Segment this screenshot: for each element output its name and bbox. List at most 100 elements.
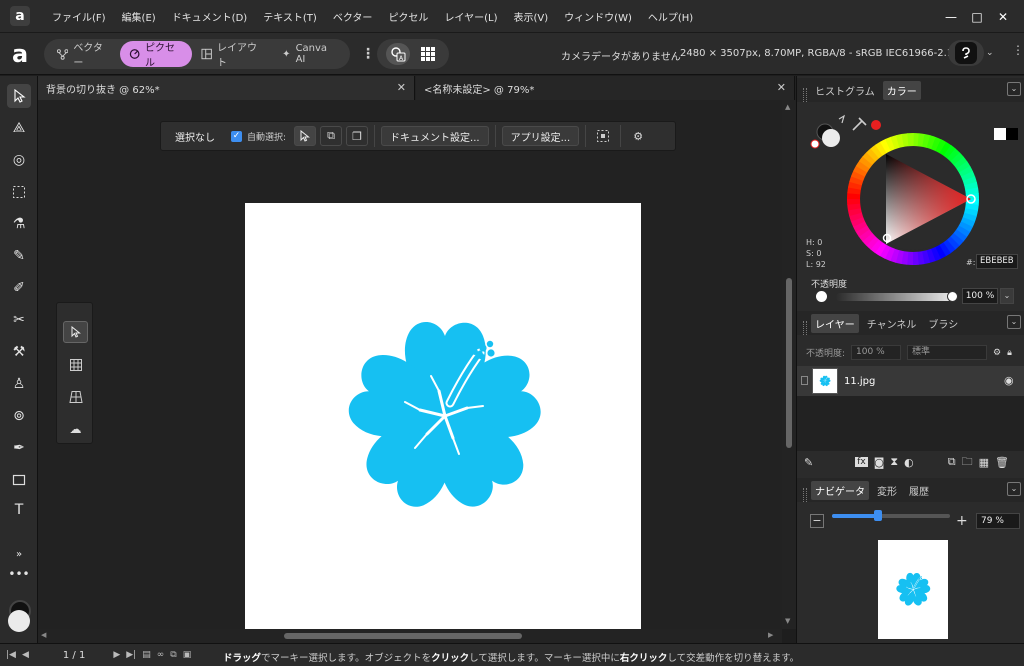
edit-layer-icon[interactable]: ✎ [804,456,813,469]
secondary-color-swatch[interactable] [8,610,30,632]
close-icon[interactable]: ✕ [397,81,406,94]
fx-icon[interactable]: fx [855,457,868,467]
chevron-down-icon[interactable]: ⌄ [1007,482,1021,496]
last-page-icon[interactable]: ▶| [126,650,136,660]
app-settings-button[interactable]: アプリ設定... [501,126,580,146]
clone-stamp-icon[interactable]: ♙ [7,372,31,396]
selection-brush-icon[interactable]: ◎ [7,148,31,172]
document-settings-button[interactable]: ドキュメント設定... [381,126,489,146]
adjustment-icon[interactable]: ◐ [904,456,914,469]
opacity-input[interactable]: 100 % [962,288,998,304]
menu-text[interactable]: テキスト(T) [255,9,325,24]
tab-brushes[interactable]: ブラシ [924,314,962,333]
menu-pixel[interactable]: ピクセル [380,9,436,24]
layer-expand-icon[interactable] [801,376,808,385]
select-topmost-icon[interactable] [294,126,317,146]
color-wheel[interactable] [806,112,1020,272]
scroll-up-icon[interactable]: ▲ [785,103,790,111]
record-icon[interactable]: ▣ [183,650,192,660]
menu-file[interactable]: ファイル(F) [44,9,114,24]
dodge-burn-icon[interactable]: ⚒ [7,340,31,364]
move-tool-icon[interactable] [7,84,31,108]
next-page-icon[interactable]: ▶ [113,650,120,660]
tab-color[interactable]: カラー [882,80,921,100]
assistant-icon[interactable]: A [386,43,410,65]
pen-tool-icon[interactable]: ✒ [7,436,31,460]
black-swatch[interactable] [1006,128,1018,140]
tab-navigator[interactable]: ナビゲータ [811,480,869,500]
tab-untitled[interactable]: <名称未設定> @ 79%* ✕ [416,76,795,100]
zoom-input[interactable]: 79 % [976,513,1020,529]
hourglass-icon[interactable]: ⧗ [890,455,898,469]
persona-layout[interactable]: レイアウト [192,41,274,69]
horizontal-scrollbar[interactable]: ◀ ▶ [38,629,782,643]
affinity-logo-icon[interactable]: a [12,42,28,66]
maximize-button[interactable]: □ [964,10,990,24]
tab-history[interactable]: 履歴 [905,481,933,500]
chevron-down-icon[interactable]: ⌄ [1007,82,1021,96]
marquee-tool-icon[interactable] [7,180,31,204]
menu-edit[interactable]: 編集(E) [114,9,164,24]
more-tools-icon[interactable]: ••• [7,562,31,586]
menu-help[interactable]: ヘルプ(H) [640,9,701,24]
opacity-slider[interactable] [836,293,954,301]
gear-icon[interactable]: ⚙ [627,126,649,146]
erase-brush-icon[interactable]: ✂ [7,308,31,332]
panel-grip-icon[interactable] [803,488,807,502]
hex-input[interactable]: EBEBEB [976,254,1018,269]
document-page[interactable] [245,203,641,629]
close-window-button[interactable]: ✕ [990,10,1016,24]
selection-box-icon[interactable] [592,126,614,146]
mask-icon[interactable]: ◙ [874,456,885,469]
tab-background-removal[interactable]: 背景の切り抜き @ 62%* ✕ [38,76,415,100]
swap-colors-icon[interactable] [838,114,845,124]
more-options-icon[interactable]: ⋮ [361,46,375,62]
menu-document[interactable]: ドキュメント(D) [164,9,256,24]
eye-icon[interactable]: ◉ [1004,374,1014,387]
select-layer-icon[interactable]: ❐ [346,126,369,146]
chevron-down-icon[interactable]: ⌄ [1000,288,1014,304]
healing-brush-icon[interactable]: ⊚ [7,404,31,428]
tab-transform[interactable]: 変形 [873,481,901,500]
no-color-icon[interactable] [810,139,820,149]
gear-icon[interactable]: ⚙ [993,348,1001,358]
perspective-grid-icon[interactable] [63,386,88,408]
spread-icon[interactable]: ∞ [157,650,165,660]
first-page-icon[interactable]: |◀ [6,650,16,660]
chevron-down-icon[interactable]: ⌄ [986,48,994,58]
checker-icon[interactable]: ▦ [979,456,989,469]
auto-select-checkbox[interactable]: ✓ [231,130,242,142]
menu-view[interactable]: 表示(V) [506,9,557,24]
blend-mode-dropdown[interactable]: 標準 [907,345,988,360]
panel-grip-icon[interactable] [803,88,807,102]
menu-layer[interactable]: レイヤー(L) [436,9,505,24]
zoom-out-button[interactable]: − [810,514,824,528]
artistic-text-icon[interactable]: T [7,498,31,522]
flood-select-icon[interactable]: ⚗ [7,212,31,236]
view-icon[interactable]: ⧉ [170,650,176,660]
scroll-right-icon[interactable]: ▶ [768,631,773,639]
mesh-grid-icon[interactable] [63,354,88,376]
persona-canva-ai[interactable]: ✦ Canva AI [273,41,346,67]
minimize-button[interactable]: — [938,10,964,24]
previous-page-icon[interactable]: ◀ [22,650,29,660]
trash-icon[interactable]: 🗑︎ [995,456,1009,469]
more-icon[interactable]: ⋮ [1012,43,1024,57]
add-layer-icon[interactable]: ⧉ [948,455,956,469]
eyedropper-icon[interactable] [852,117,867,131]
opacity-slider-handle[interactable] [947,291,958,302]
stroke-color-swatch[interactable] [822,129,840,147]
paint-brush-icon[interactable]: ✎ [7,244,31,268]
persona-pixel[interactable]: ピクセル [119,41,192,69]
zoom-slider-handle[interactable] [874,510,883,521]
picked-color-swatch[interactable] [871,120,881,130]
vertical-scrollbar[interactable]: ▲ ▼ [782,100,796,629]
folder-icon[interactable]: 🗀 [962,453,973,472]
menu-window[interactable]: ウィンドウ(W) [556,9,640,24]
page-icon[interactable]: ▤ [142,650,151,660]
horizontal-scroll-thumb[interactable] [284,633,522,639]
pixel-tool-icon[interactable]: ✐ [7,276,31,300]
tab-layers[interactable]: レイヤー [811,313,859,333]
white-swatch[interactable] [994,128,1006,140]
rectangle-tool-icon[interactable] [7,468,31,492]
